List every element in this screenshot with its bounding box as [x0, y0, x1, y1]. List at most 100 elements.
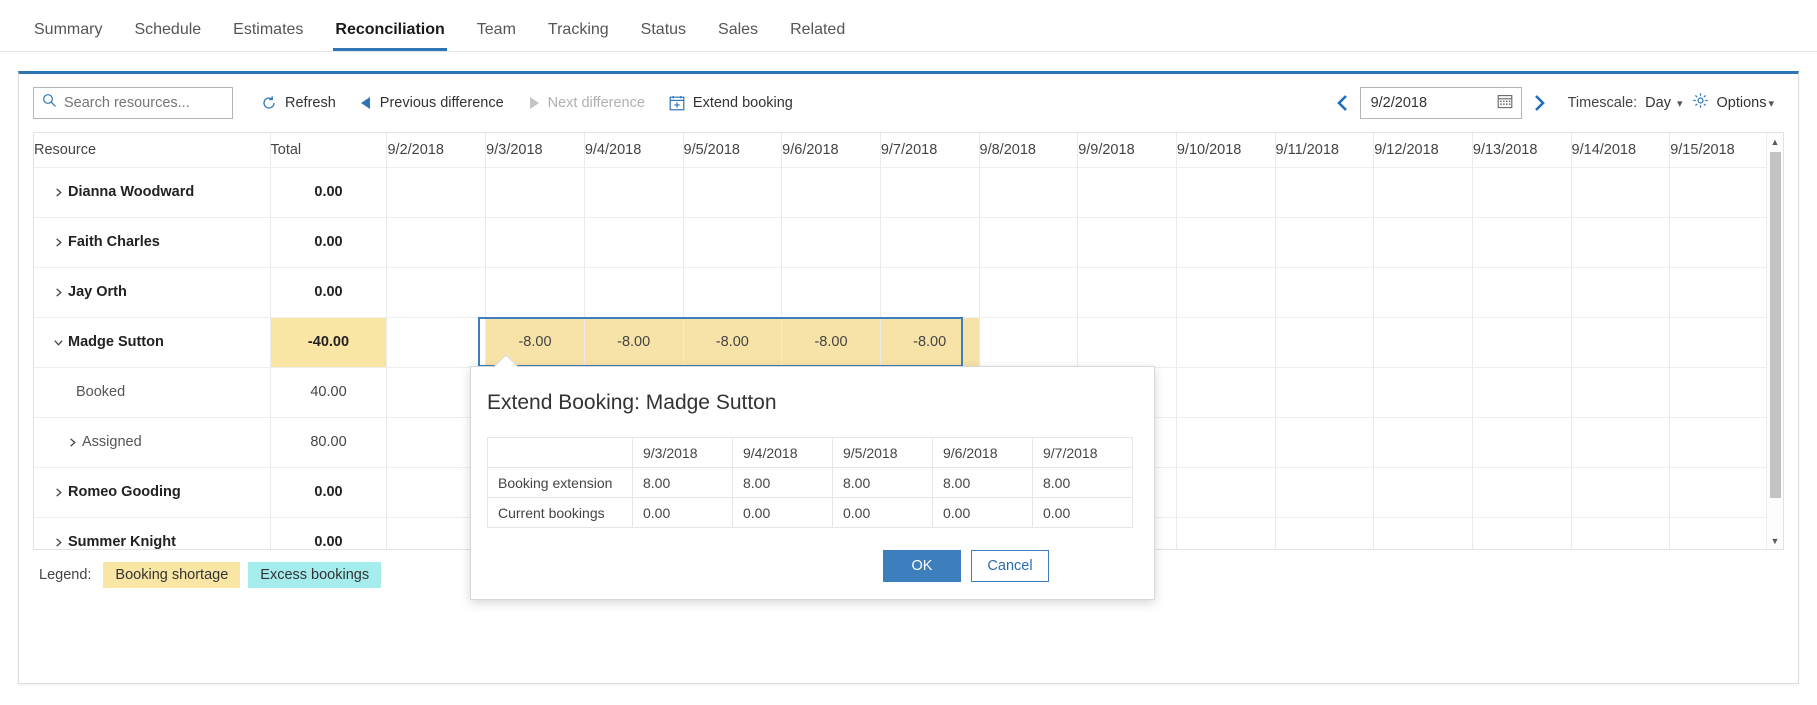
day-cell[interactable] — [1373, 317, 1473, 368]
day-cell[interactable] — [1571, 267, 1671, 318]
chevron-right-icon[interactable] — [48, 537, 68, 548]
chevron-right-icon[interactable] — [48, 237, 68, 248]
chevron-right-icon[interactable] — [48, 287, 68, 298]
day-cell[interactable] — [1669, 467, 1769, 518]
day-cell[interactable] — [386, 267, 487, 318]
total-cell[interactable]: 0.00 — [270, 267, 388, 318]
tab-status[interactable]: Status — [625, 21, 702, 51]
day-cell[interactable] — [1176, 167, 1276, 218]
scroll-up-arrow-icon[interactable]: ▲ — [1767, 133, 1783, 150]
day-cell[interactable] — [1176, 367, 1276, 418]
previous-period-button[interactable] — [1326, 94, 1360, 112]
day-cell[interactable] — [584, 267, 684, 318]
chevron-right-icon[interactable] — [48, 487, 68, 498]
day-cell[interactable] — [781, 167, 881, 218]
tab-team[interactable]: Team — [461, 21, 532, 51]
next-period-button[interactable] — [1522, 94, 1556, 112]
day-cell[interactable] — [1571, 217, 1671, 268]
dialog-value-cell[interactable]: 0.00 — [632, 497, 733, 528]
date-picker-input[interactable]: 9/2/2018 — [1359, 87, 1522, 119]
day-cell[interactable] — [485, 167, 585, 218]
total-cell[interactable]: 40.00 — [270, 367, 388, 418]
day-cell[interactable] — [1275, 167, 1375, 218]
day-cell[interactable] — [1077, 217, 1177, 268]
timescale-value[interactable]: Day — [1645, 95, 1671, 111]
resource-cell[interactable]: Dianna Woodward — [34, 167, 271, 218]
dialog-value-cell[interactable]: 0.00 — [832, 497, 933, 528]
day-cell[interactable] — [1669, 217, 1769, 268]
calendar-icon[interactable] — [1497, 93, 1513, 114]
scroll-down-arrow-icon[interactable]: ▼ — [1767, 532, 1783, 549]
chevron-right-icon[interactable] — [62, 437, 82, 448]
day-cell[interactable] — [1669, 167, 1769, 218]
dialog-value-cell[interactable]: 0.00 — [932, 497, 1033, 528]
dialog-value-cell[interactable]: 0.00 — [1032, 497, 1133, 528]
day-cell[interactable] — [1571, 417, 1671, 468]
day-cell[interactable] — [1275, 217, 1375, 268]
day-cell[interactable] — [1669, 367, 1769, 418]
selected-day-cell[interactable]: -8.00 — [584, 317, 684, 368]
dialog-value-cell[interactable]: 8.00 — [832, 467, 933, 498]
day-cell[interactable] — [1373, 417, 1473, 468]
resource-cell[interactable]: Madge Sutton — [34, 317, 271, 368]
total-cell[interactable]: 0.00 — [270, 167, 388, 218]
day-cell[interactable] — [1275, 517, 1375, 549]
day-cell[interactable] — [1373, 367, 1473, 418]
day-cell[interactable] — [1373, 267, 1473, 318]
table-row[interactable]: Faith Charles 0.00 — [34, 217, 1769, 268]
day-cell[interactable] — [1472, 217, 1572, 268]
day-cell[interactable] — [1176, 217, 1276, 268]
day-cell[interactable] — [1373, 517, 1473, 549]
day-cell[interactable] — [1472, 367, 1572, 418]
day-cell[interactable] — [1571, 317, 1671, 368]
selected-day-cell[interactable]: -8.00 — [880, 317, 980, 368]
tab-estimates[interactable]: Estimates — [217, 21, 319, 51]
table-row[interactable]: Dianna Woodward 0.00 — [34, 167, 1769, 218]
selected-day-cell[interactable]: -8.00 — [781, 317, 881, 368]
day-cell[interactable] — [1176, 267, 1276, 318]
extend-booking-button[interactable]: Extend booking — [657, 87, 805, 119]
day-cell[interactable] — [1275, 267, 1375, 318]
chevron-down-icon[interactable] — [48, 337, 68, 348]
day-cell[interactable] — [485, 267, 585, 318]
day-cell[interactable] — [979, 217, 1079, 268]
day-cell[interactable] — [1077, 167, 1177, 218]
day-cell[interactable] — [584, 217, 684, 268]
tab-sales[interactable]: Sales — [702, 21, 774, 51]
day-cell[interactable] — [1077, 317, 1177, 368]
day-cell[interactable] — [979, 167, 1079, 218]
day-cell[interactable] — [386, 217, 487, 268]
day-cell[interactable] — [1472, 267, 1572, 318]
total-cell[interactable]: 80.00 — [270, 417, 388, 468]
day-cell[interactable] — [1176, 417, 1276, 468]
table-row[interactable]: Madge Sutton -40.00 -8.00 -8.00 -8.00 -8.00 -8… — [34, 317, 1769, 368]
day-cell[interactable] — [1275, 417, 1375, 468]
day-cell[interactable] — [1669, 517, 1769, 549]
day-cell[interactable] — [1571, 167, 1671, 218]
selected-day-cell[interactable]: -8.00 — [683, 317, 783, 368]
dialog-value-cell[interactable]: 8.00 — [632, 467, 733, 498]
day-cell[interactable] — [1472, 517, 1572, 549]
vertical-scrollbar[interactable]: ▲ ▼ — [1766, 133, 1783, 549]
resource-cell[interactable]: Assigned — [34, 417, 271, 468]
tab-tracking[interactable]: Tracking — [532, 21, 625, 51]
tab-summary[interactable]: Summary — [18, 21, 118, 51]
resource-cell[interactable]: Summer Knight — [34, 517, 271, 549]
search-input[interactable]: Search resources... — [33, 87, 233, 119]
dialog-value-cell[interactable]: 0.00 — [732, 497, 833, 528]
day-cell[interactable] — [386, 317, 487, 368]
resource-cell[interactable]: Romeo Gooding — [34, 467, 271, 518]
chevron-down-icon[interactable]: ▾ — [1677, 97, 1683, 110]
scrollbar-thumb[interactable] — [1770, 152, 1781, 498]
day-cell[interactable] — [1373, 167, 1473, 218]
day-cell[interactable] — [1176, 467, 1276, 518]
options-chevron-down-icon[interactable]: ▾ — [1768, 97, 1774, 110]
resource-cell[interactable]: Jay Orth — [34, 267, 271, 318]
day-cell[interactable] — [1571, 367, 1671, 418]
resource-cell[interactable]: Faith Charles — [34, 217, 271, 268]
day-cell[interactable] — [683, 167, 783, 218]
gear-icon[interactable] — [1692, 92, 1709, 114]
day-cell[interactable] — [1077, 267, 1177, 318]
tab-schedule[interactable]: Schedule — [118, 21, 217, 51]
day-cell[interactable] — [1176, 317, 1276, 368]
